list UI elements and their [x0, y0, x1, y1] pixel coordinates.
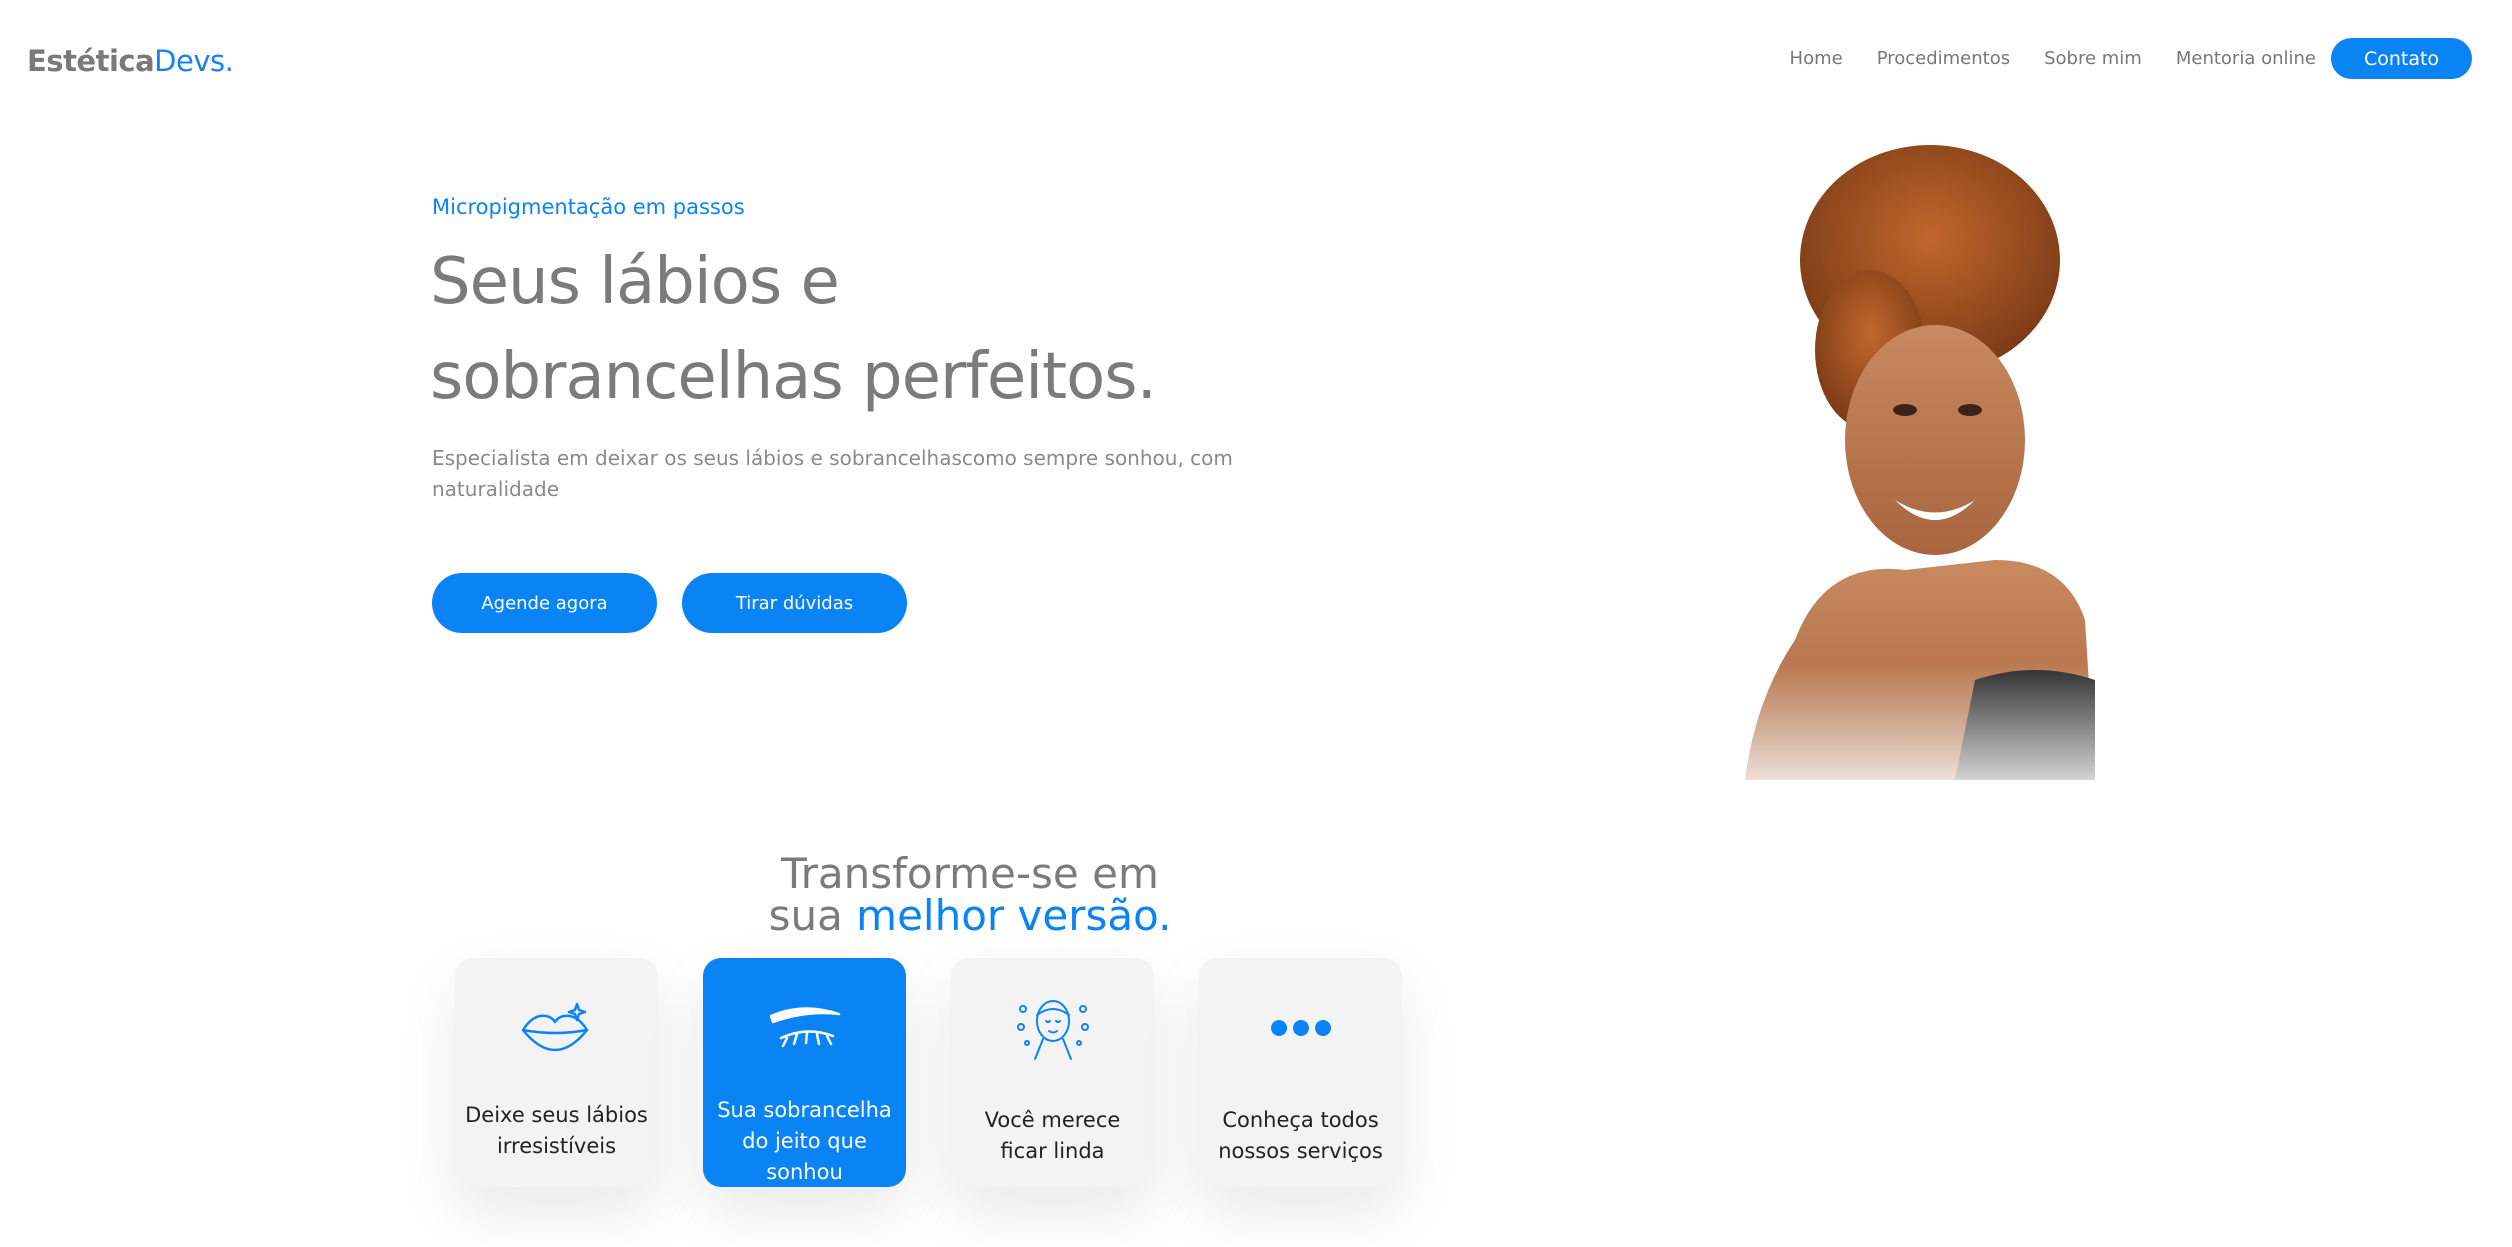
logo-accent: Devs. — [154, 44, 234, 78]
section-title: Transforme-se em sua melhor versão. — [700, 853, 1240, 937]
hero-description: Especialista em deixar os seus lábios e … — [432, 446, 1233, 501]
hero-portrait-image — [1735, 140, 2105, 810]
card-services-label: Conheça todos nossos serviços — [1218, 1108, 1383, 1163]
more-dots-icon — [1199, 993, 1402, 1063]
contact-button[interactable]: Contato — [2331, 38, 2472, 79]
questions-button[interactable]: Tirar dúvidas — [682, 573, 907, 633]
nav-procedimentos[interactable]: Procedimentos — [1877, 48, 2010, 69]
nav-mentoria-online[interactable]: Mentoria online — [2176, 48, 2316, 69]
hero-title-line2: sobrancelhas perfeitos. — [430, 340, 1157, 414]
card-lips-label: Deixe seus lábios irresistíveis — [465, 1103, 648, 1158]
hero-title: Seus lábios e sobrancelhas perfeitos. — [430, 235, 1430, 425]
card-face[interactable]: Você merece ficar linda — [951, 958, 1154, 1187]
section-title-prefix: sua — [768, 891, 857, 940]
card-services[interactable]: Conheça todos nossos serviços — [1199, 958, 1402, 1187]
nav-sobre-mim[interactable]: Sobre mim — [2044, 48, 2142, 69]
eyebrow-icon — [703, 993, 906, 1063]
lips-icon — [455, 993, 658, 1063]
card-lips[interactable]: Deixe seus lábios irresistíveis — [455, 958, 658, 1187]
logo-main: Estética — [27, 44, 155, 78]
main-nav: Home Procedimentos Sobre mim Mentoria on… — [1756, 38, 2472, 79]
hero-eyebrow: Micropigmentação em passos — [432, 195, 745, 219]
card-eyebrow-label: Sua sobrancelha do jeito que sonhou — [717, 1098, 892, 1184]
face-icon — [951, 993, 1154, 1063]
nav-home[interactable]: Home — [1790, 48, 1843, 69]
schedule-button[interactable]: Agende agora — [432, 573, 657, 633]
hero-title-line1: Seus lábios e — [430, 245, 840, 319]
card-eyebrow[interactable]: Sua sobrancelha do jeito que sonhou — [703, 958, 906, 1187]
section-title-highlight: melhor versão. — [856, 891, 1172, 940]
service-cards: Deixe seus lábios irresistíveis Sua sobr… — [455, 958, 1447, 1187]
card-face-label: Você merece ficar linda — [984, 1108, 1121, 1163]
site-logo[interactable]: EstéticaDevs. — [27, 44, 234, 78]
